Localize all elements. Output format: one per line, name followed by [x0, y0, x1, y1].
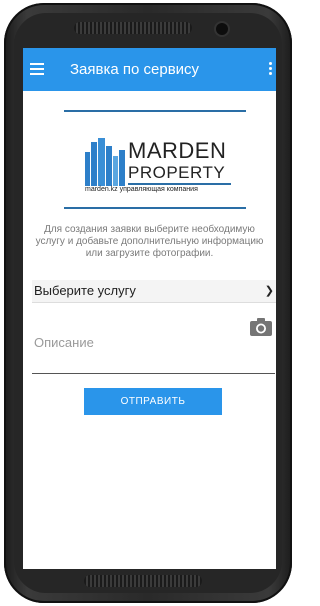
- building-logo-icon: [85, 138, 127, 186]
- service-select-value: Выберите услугу: [34, 283, 136, 298]
- earpiece-speaker: [74, 22, 192, 34]
- service-select[interactable]: Выберите услугу ❯: [32, 280, 276, 303]
- brand-underline: [128, 183, 231, 185]
- company-logo: MARDEN PROPERTY marden.kz управляющая ко…: [85, 138, 245, 198]
- chevron-down-icon: ❯: [264, 285, 274, 297]
- front-camera: [216, 23, 228, 35]
- brand-tagline: marden.kz управляющая компания: [85, 186, 198, 193]
- more-vertical-icon[interactable]: [269, 62, 272, 77]
- description-placeholder: Описание: [34, 335, 94, 350]
- submit-button[interactable]: ОТПРАВИТЬ: [84, 388, 222, 415]
- bottom-speaker: [84, 575, 202, 587]
- top-divider: [64, 110, 246, 112]
- hamburger-menu-icon[interactable]: [30, 63, 44, 75]
- description-field[interactable]: Описание: [32, 335, 275, 374]
- brand-name-line2: PROPERTY: [128, 163, 226, 182]
- app-bar: Заявка по сервису: [23, 48, 276, 91]
- camera-icon[interactable]: [250, 318, 272, 336]
- bottom-divider: [64, 207, 246, 209]
- app-screen: Заявка по сервису MARDEN PROPERTY marden…: [23, 48, 276, 569]
- brand-name-line1: MARDEN: [128, 138, 227, 163]
- instruction-text: Для создания заявки выберите необходимую…: [35, 224, 264, 259]
- app-bar-title: Заявка по сервису: [70, 61, 200, 78]
